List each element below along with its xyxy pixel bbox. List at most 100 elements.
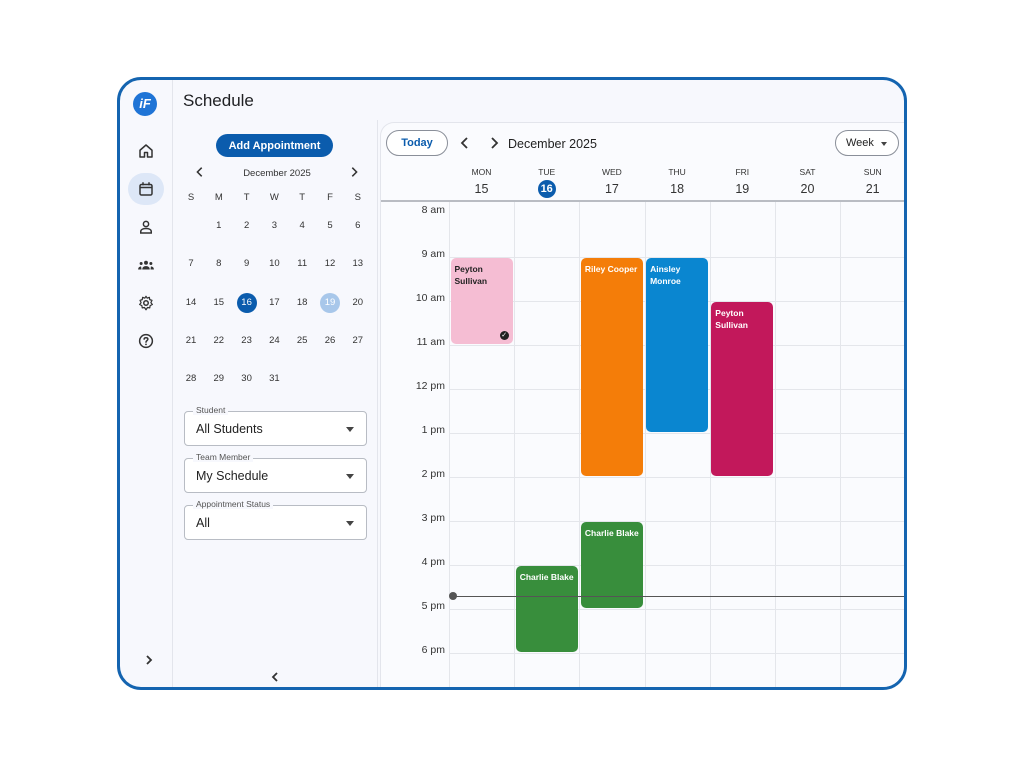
rail-group-button[interactable] [128,249,164,281]
mini-calendar-day[interactable]: 3 [264,216,284,236]
appointment-status-filter-label: Appointment Status [193,499,274,509]
rail-person-button[interactable] [128,211,164,243]
mini-calendar-day[interactable]: 20 [348,293,368,313]
appointment-event[interactable]: Peyton Sullivan ✓ [450,258,513,344]
mini-next-month-button[interactable] [346,166,362,182]
mini-calendar-day[interactable]: 6 [348,216,368,236]
appointment-status-filter-select[interactable]: Appointment Status All [184,499,367,540]
mini-calendar-weekday: S [354,192,361,203]
group-icon [138,260,154,270]
mini-calendar-day[interactable]: 11 [292,254,312,274]
appointment-event[interactable]: Charlie Blake [515,566,578,652]
mini-calendar-day[interactable]: 16 [236,292,257,313]
mini-calendar-day[interactable]: 4 [292,216,312,236]
chevron-right-icon [351,167,358,177]
prev-week-chevron-icon[interactable] [458,136,472,150]
current-time-dot [449,591,457,600]
home-icon [139,144,153,158]
mini-calendar-day[interactable]: 15 [209,293,229,313]
mini-calendar-day[interactable]: 18 [292,293,312,313]
day-header-tue[interactable]: TUE 16 [514,167,579,198]
appointment-title: Ainsley Monroe [650,264,681,286]
help-icon [138,333,154,349]
mini-calendar-day[interactable]: 10 [264,254,284,274]
expand-chevron-icon[interactable] [142,653,156,667]
hour-label: 3 pm [421,512,445,524]
collapse-panel-chevron-icon[interactable] [268,670,282,684]
student-filter-value: All Students [196,422,263,436]
day-header-sat[interactable]: SAT 20 [775,167,840,198]
mini-calendar-day[interactable]: 9 [237,254,257,274]
day-date: 18 [670,182,685,196]
mini-calendar-day[interactable]: 23 [237,331,257,351]
next-week-chevron-icon[interactable] [487,136,501,150]
rail-home-button[interactable] [128,135,164,167]
student-filter-label: Student [193,405,229,415]
day-column-divider [905,202,906,690]
mini-calendar-day[interactable]: 7 [181,254,201,274]
hour-label: 11 am [416,336,445,348]
team-member-filter-value: My Schedule [196,469,269,483]
mini-calendar-day[interactable]: 29 [209,369,229,389]
day-name: SAT [799,167,816,177]
mini-calendar-day[interactable]: 8 [209,254,229,274]
mini-calendar-day[interactable]: 31 [264,369,284,389]
mini-calendar-day[interactable]: 27 [348,331,368,351]
mini-calendar-day[interactable]: 26 [320,331,340,351]
mini-calendar-day[interactable]: 5 [320,216,340,236]
day-date: 21 [865,182,880,196]
view-select[interactable]: Week [835,130,899,156]
day-header-sun[interactable]: SUN 21 [840,167,904,198]
day-header-thu[interactable]: THU 18 [645,167,710,198]
mini-calendar-day[interactable]: 17 [264,293,284,313]
mini-calendar-day[interactable]: 22 [209,331,229,351]
mini-prev-month-button[interactable] [192,166,208,182]
mini-calendar-day[interactable]: 14 [181,293,201,313]
dropdown-caret-icon [881,142,887,146]
student-filter-select[interactable]: Student All Students [184,405,367,446]
hour-label: 4 pm [421,556,445,568]
appointment-event[interactable]: Peyton Sullivan [711,302,774,476]
appointment-event[interactable]: Riley Cooper [580,258,644,476]
day-header-mon[interactable]: MON 15 [449,167,514,198]
mini-calendar-day[interactable]: 28 [181,369,201,389]
current-time-line [453,595,904,597]
dropdown-caret-icon [346,474,354,479]
mini-calendar-day[interactable]: 1 [209,216,229,236]
day-column-divider [775,202,776,687]
hour-label: 6 pm [421,644,445,656]
day-column-divider [840,202,842,687]
hour-gridline [449,433,904,434]
mini-calendar-day[interactable]: 13 [348,254,368,274]
appointment-status-filter-value: All [196,516,210,530]
appointment-title: Peyton Sullivan [454,264,488,286]
appointment-title: Riley Cooper [584,264,638,274]
day-date: 16 [537,180,556,198]
mini-calendar-day[interactable]: 24 [264,331,284,351]
mini-calendar-weekday: F [327,192,333,203]
team-member-filter-select[interactable]: Team Member My Schedule [184,452,367,493]
mini-calendar-day[interactable]: 21 [181,331,201,351]
mini-calendar-day[interactable]: 25 [292,331,312,351]
mini-calendar-day[interactable]: 30 [237,369,257,389]
today-button[interactable]: Today [386,130,448,156]
rail-settings-button[interactable] [128,287,164,319]
app-logo: iF [133,92,157,116]
day-name: SUN [863,167,882,177]
mini-calendar-weekday: T [299,192,306,203]
day-header-wed[interactable]: WED 17 [579,167,644,198]
appointment-event[interactable]: Ainsley Monroe [646,258,709,432]
day-header-fri[interactable]: FRI 19 [710,167,775,198]
mini-calendar-day[interactable]: 2 [237,216,257,236]
hour-label: 12 pm [415,380,445,392]
mini-calendar-day[interactable]: 19 [320,292,340,313]
day-column-divider [449,202,450,687]
rail-calendar-button[interactable] [128,173,164,205]
add-appointment-button[interactable]: Add Appointment [216,134,333,157]
mini-calendar-month: December 2025 [243,168,311,179]
hour-gridline [449,653,904,654]
appointment-title: Charlie Blake [584,528,639,538]
completed-check-icon: ✓ [499,331,509,340]
mini-calendar-day[interactable]: 12 [320,254,340,274]
rail-help-button[interactable] [128,325,164,357]
